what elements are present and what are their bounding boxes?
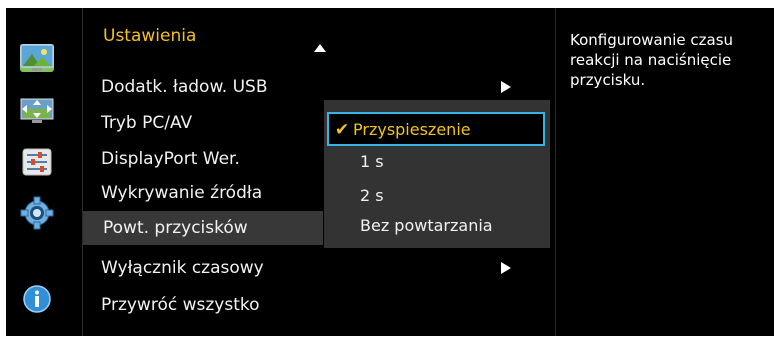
gear-icon[interactable] <box>20 196 54 230</box>
menu-item-label: Powt. przycisków <box>103 218 248 238</box>
option-1s[interactable]: 1 s <box>324 146 550 178</box>
help-text: Konfigurowanie czasu reakcji na naciśnię… <box>570 31 734 89</box>
option-label: Bez powtarzania <box>360 216 493 235</box>
position-icon[interactable] <box>20 96 54 124</box>
menu-item-label: Wykrywanie źródła <box>101 183 263 203</box>
menu-item-reset-all[interactable]: Przywróć wszystko <box>101 288 311 322</box>
option-label: Przyspieszenie <box>353 120 471 139</box>
settings-menu: Ustawienia Dodatk. ładow. USB Tryb PC/AV… <box>82 8 556 336</box>
menu-item-label: Przywróć wszystko <box>101 295 260 315</box>
info-icon[interactable] <box>20 284 54 314</box>
key-repeat-submenu: ✔ Przyspieszenie 1 s 2 s Bez powtarzania <box>324 100 550 248</box>
menu-item-displayport-version[interactable]: DisplayPort Wer. <box>101 142 311 176</box>
option-acceleration[interactable]: ✔ Przyspieszenie <box>327 112 545 146</box>
menu-item-off-timer[interactable]: Wyłącznik czasowy <box>101 251 311 285</box>
submenu-arrow-icon <box>501 262 511 274</box>
option-label: 1 s <box>360 152 384 171</box>
menu-item-key-repeat[interactable]: Powt. przycisków <box>83 211 323 245</box>
option-no-repeat[interactable]: Bez powtarzania <box>324 210 550 242</box>
menu-item-label: DisplayPort Wer. <box>101 149 240 169</box>
menu-item-label: Wyłącznik czasowy <box>101 258 264 278</box>
submenu-arrow-icon <box>501 81 511 93</box>
picture-icon[interactable] <box>20 44 54 72</box>
option-label: 2 s <box>360 186 384 205</box>
settings-sliders-icon[interactable] <box>20 148 54 176</box>
checkmark-icon: ✔ <box>334 120 350 140</box>
menu-item-label: Dodatk. ładow. USB <box>101 77 268 97</box>
menu-item-label: Tryb PC/AV <box>101 113 193 133</box>
menu-title: Ustawienia <box>103 26 197 46</box>
menu-item-source-detection[interactable]: Wykrywanie źródła <box>101 176 311 210</box>
menu-item-usb-charging[interactable]: Dodatk. ładow. USB <box>101 70 311 104</box>
category-icon-bar <box>6 8 82 336</box>
scroll-up-icon[interactable] <box>314 44 326 52</box>
menu-item-pc-av-mode[interactable]: Tryb PC/AV <box>101 106 311 140</box>
help-panel: Konfigurowanie czasu reakcji na naciśnię… <box>556 8 774 336</box>
option-2s[interactable]: 2 s <box>324 180 550 212</box>
